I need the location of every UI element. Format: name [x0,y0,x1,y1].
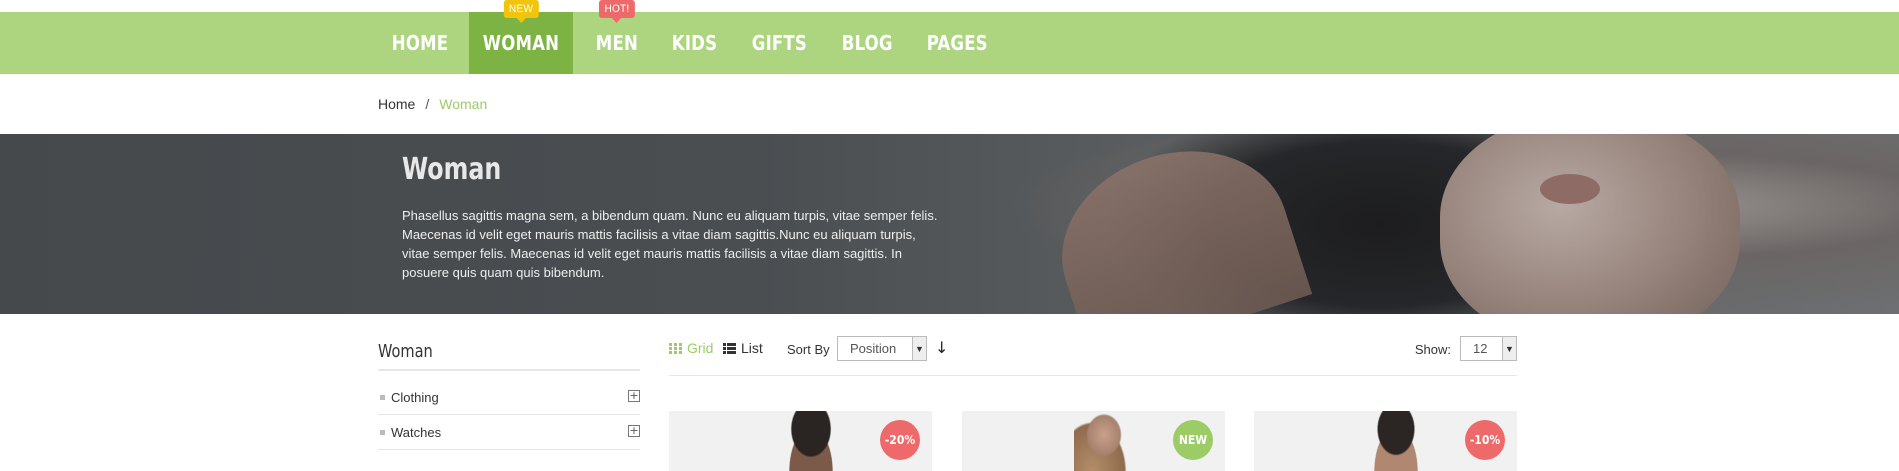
sidebar-divider [378,369,640,371]
hot-badge: HOT! [599,0,636,23]
sort-by-label: Sort By [787,342,830,357]
show-limit-select[interactable]: 12 ▼ [1460,336,1517,361]
nav-item-woman[interactable]: NEW WOMAN [469,0,574,74]
chevron-down-icon: ▼ [912,337,926,360]
sale-badge: -20% [880,420,920,460]
show-label: Show: [1414,342,1451,357]
product-image[interactable] [780,411,841,471]
nav-item-blog[interactable]: BLOG [828,12,907,74]
nav-item-men[interactable]: HOT! MEN [582,0,652,74]
nav-item-label: PAGES [926,31,988,55]
sort-direction-arrow-icon[interactable]: ↓ [935,338,948,357]
bullet-icon [380,429,385,435]
breadcrumb-separator: / [425,96,430,112]
nav-item-label: KIDS [672,31,718,55]
show-limit-value: 12 [1473,341,1488,356]
new-badge: NEW [1173,420,1213,460]
product-toolbar: Grid List Sort By Position ▼ ↓ Show: 12 … [669,336,1517,376]
banner-image-lips [1540,174,1600,204]
breadcrumb: Home / Woman [378,96,487,112]
sidebar-title: Woman [378,341,433,362]
sidebar-item-label: Watches [391,424,442,440]
main-navigation: HOME NEW WOMAN HOT! MEN KIDS GIFTS BLOG … [0,0,1899,74]
sale-badge: -10% [1465,420,1505,460]
banner-image-face [1440,134,1740,314]
sidebar-category-list: Clothing + Watches + [378,380,640,450]
grid-view-button[interactable]: Grid [669,340,713,356]
sidebar-item-label: Clothing [391,389,439,405]
breadcrumb-current: Woman [439,96,488,112]
grid-view-label: Grid [687,340,714,356]
expand-plus-icon[interactable]: + [628,425,640,437]
product-image[interactable] [1073,411,1134,471]
product-card[interactable]: -10% [1254,411,1517,471]
breadcrumb-home-link[interactable]: Home [378,96,415,112]
nav-menu: HOME NEW WOMAN HOT! MEN KIDS GIFTS BLOG … [378,0,1009,74]
chevron-down-icon: ▼ [1502,337,1516,360]
sort-by-value: Position [850,341,897,356]
nav-item-label: WOMAN [483,31,560,55]
nav-item-home[interactable]: HOME [378,12,462,74]
nav-item-label: MEN [596,31,639,55]
nav-item-label: BLOG [841,31,893,55]
toolbar-divider [669,375,1517,376]
nav-item-pages[interactable]: PAGES [913,12,1002,74]
list-view-label: List [741,340,763,356]
grid-icon [669,342,682,354]
list-icon [723,342,736,354]
product-card[interactable]: -20% [669,411,932,471]
nav-item-label: HOME [391,31,449,55]
new-badge: NEW [503,0,539,23]
nav-item-kids[interactable]: KIDS [658,12,731,74]
list-view-button[interactable]: List [723,340,763,356]
nav-item-gifts[interactable]: GIFTS [738,12,821,74]
bullet-icon [380,394,385,400]
sidebar-item-watches[interactable]: Watches + [378,415,640,450]
sidebar-item-clothing[interactable]: Clothing + [378,380,640,415]
product-card[interactable]: NEW [962,411,1225,471]
category-title: Woman [402,152,502,187]
category-banner: Woman Phasellus sagittis magna sem, a bi… [0,134,1899,314]
nav-item-label: GIFTS [751,31,807,55]
sort-by-select[interactable]: Position ▼ [837,336,927,361]
product-image[interactable] [1365,411,1426,471]
expand-plus-icon[interactable]: + [628,390,640,402]
category-description: Phasellus sagittis magna sem, a bibendum… [402,208,938,280]
